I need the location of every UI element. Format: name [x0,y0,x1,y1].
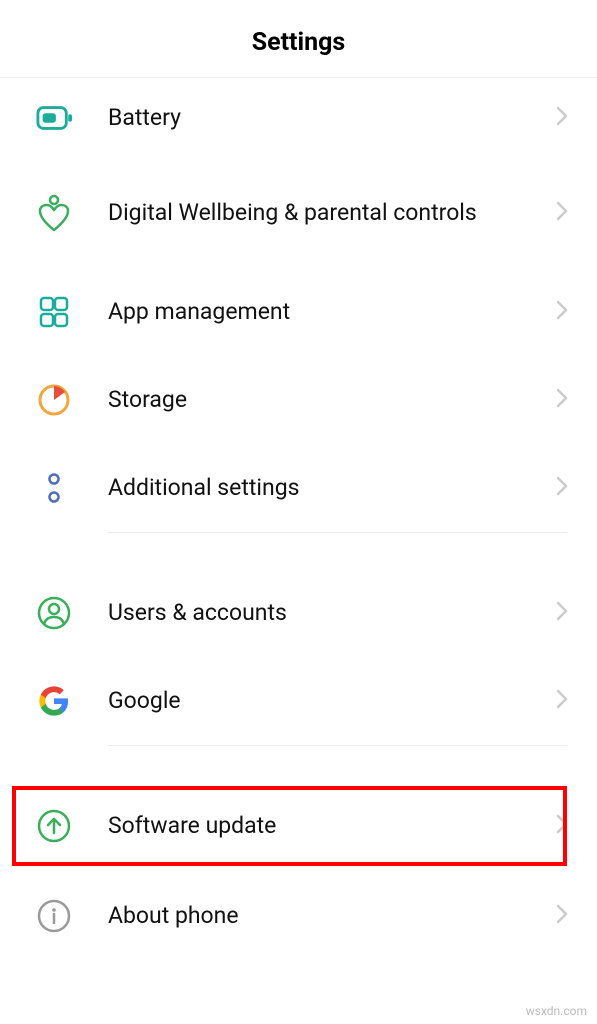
chevron-right-icon [555,105,569,131]
settings-list: Battery Digital Wellbeing & parental con… [0,78,597,954]
settings-row-wellbeing[interactable]: Digital Wellbeing & parental controls [0,158,597,268]
chevron-right-icon [555,200,569,226]
settings-row-label: Additional settings [108,473,555,503]
settings-row-label: About phone [108,901,555,931]
additional-settings-icon [36,470,72,506]
settings-row-software-update[interactable]: Software update [0,782,597,870]
settings-row-additional[interactable]: Additional settings [0,444,597,532]
settings-row-users[interactable]: Users & accounts [0,569,597,657]
battery-icon [36,100,72,136]
software-update-icon [36,808,72,844]
settings-row-label: Users & accounts [108,598,555,628]
chevron-right-icon [555,299,569,325]
spacer [0,746,597,782]
chevron-right-icon [555,387,569,413]
google-icon [36,683,72,719]
page-title: Settings [0,28,597,57]
storage-icon [36,382,72,418]
settings-row-label: Storage [108,385,555,415]
chevron-right-icon [555,903,569,929]
settings-row-label: Google [108,686,555,716]
settings-row-google[interactable]: Google [0,657,597,745]
settings-row-apps[interactable]: App management [0,268,597,356]
settings-row-label: App management [108,297,555,327]
settings-row-label: Battery [108,103,555,133]
wellbeing-icon [36,195,72,231]
watermark: wsxdn.com [526,1004,587,1018]
spacer [0,870,597,878]
settings-row-battery[interactable]: Battery [0,78,597,158]
apps-icon [36,294,72,330]
chevron-right-icon [555,688,569,714]
chevron-right-icon [555,600,569,626]
settings-row-storage[interactable]: Storage [0,356,597,444]
spacer [0,533,597,569]
info-icon [36,898,72,934]
settings-row-about-phone[interactable]: About phone [0,878,597,954]
settings-row-label: Digital Wellbeing & parental controls [108,198,555,228]
header: Settings [0,0,597,78]
users-icon [36,595,72,631]
settings-row-label: Software update [108,811,555,841]
chevron-right-icon [555,813,569,839]
chevron-right-icon [555,475,569,501]
